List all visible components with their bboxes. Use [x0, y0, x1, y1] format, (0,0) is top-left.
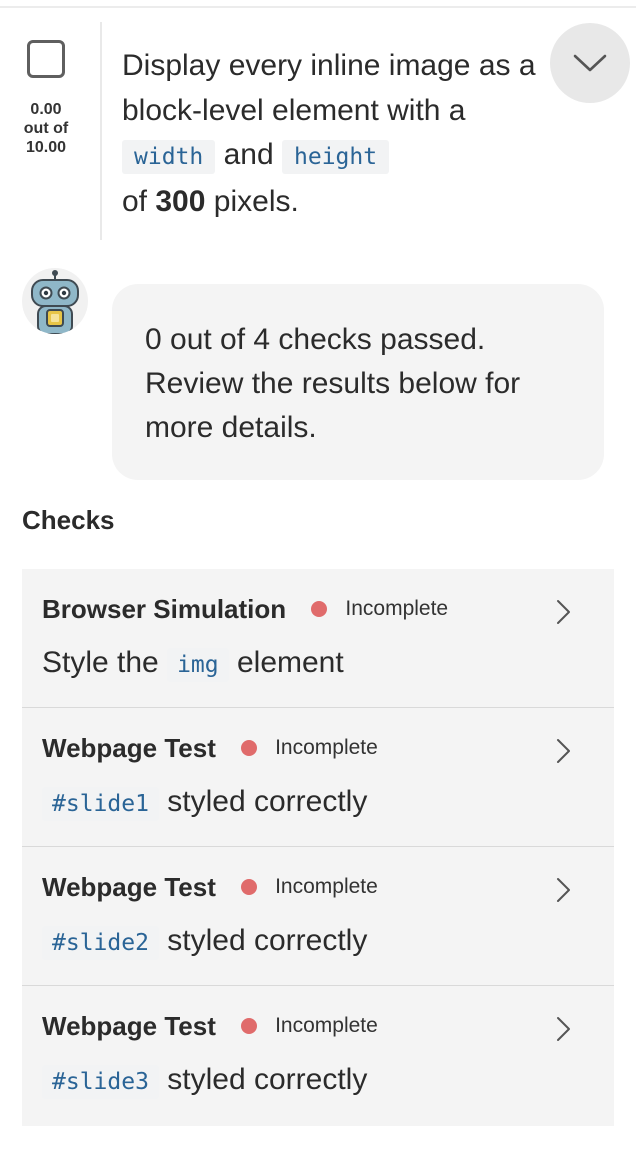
avatar [22, 268, 88, 334]
task-header: 0.00 out of 10.00 Display every inline i… [0, 8, 636, 240]
feedback-message: 0 out of 4 checks passed. Review the res… [145, 323, 521, 444]
vertical-divider [100, 22, 102, 240]
check-description: #slide3 styled correctly [42, 1060, 367, 1102]
status-badge: Incomplete [241, 1008, 378, 1044]
robot-icon [31, 270, 79, 334]
status-text: Incomplete [275, 736, 378, 760]
chevron-right-icon [557, 878, 570, 902]
check-description: #slide2 styled correctly [42, 921, 367, 963]
check-desc-suffix: element [236, 646, 344, 679]
checks-heading: Checks [22, 505, 115, 535]
status-dot-icon [241, 879, 258, 896]
check-type-label: Webpage Test Incomplete [42, 869, 378, 907]
status-badge: Incomplete [241, 730, 378, 766]
check-code: #slide2 [42, 926, 159, 960]
chevron-right-icon [557, 739, 570, 763]
score-value: 0.00 [30, 101, 62, 118]
status-text: Incomplete [275, 875, 378, 899]
task-text-part1: Display every inline image as a block-le… [122, 49, 536, 127]
feedback-message-bubble: 0 out of 4 checks passed. Review the res… [112, 284, 604, 480]
code-width: width [122, 140, 216, 174]
check-type-label: Browser Simulation Incomplete [42, 591, 448, 629]
status-dot-icon [241, 740, 258, 757]
check-item-webpage-test-slide1[interactable]: Webpage Test Incomplete #slide1 styled c… [22, 708, 614, 847]
check-type-text: Webpage Test [42, 1011, 216, 1041]
check-item-browser-simulation[interactable]: Browser Simulation Incomplete Style the … [22, 569, 614, 708]
score-display: 0.00 out of 10.00 [14, 100, 78, 157]
chevron-down-icon [573, 54, 607, 72]
completion-checkbox[interactable] [27, 40, 65, 78]
task-text-part4: pixels. [213, 184, 299, 218]
check-item-webpage-test-slide3[interactable]: Webpage Test Incomplete #slide3 styled c… [22, 986, 614, 1126]
score-total: 10.00 [25, 139, 67, 156]
check-code: img [167, 648, 229, 682]
status-text: Incomplete [345, 597, 449, 621]
task-bold-value: 300 [155, 184, 206, 218]
task-text-part2: and [223, 138, 274, 171]
check-type-text: Webpage Test [42, 872, 216, 902]
check-desc-suffix: styled correctly [167, 785, 368, 818]
status-text: Incomplete [275, 1014, 378, 1038]
chevron-right-icon [557, 600, 570, 624]
check-description: Style the img element [42, 643, 344, 685]
collapse-toggle-button[interactable] [550, 23, 630, 103]
task-description: Display every inline image as a block-le… [122, 44, 542, 224]
check-type-label: Webpage Test Incomplete [42, 1008, 378, 1046]
check-code: #slide3 [42, 1065, 159, 1099]
task-text-part3: of [122, 184, 148, 218]
status-badge: Incomplete [311, 591, 448, 627]
check-description: #slide1 styled correctly [42, 782, 367, 824]
check-desc-suffix: styled correctly [167, 1063, 368, 1096]
check-item-webpage-test-slide2[interactable]: Webpage Test Incomplete #slide2 styled c… [22, 847, 614, 986]
check-type-label: Webpage Test Incomplete [42, 730, 378, 768]
chevron-right-icon [557, 1017, 570, 1041]
check-desc-suffix: styled correctly [167, 924, 368, 957]
status-badge: Incomplete [241, 869, 378, 905]
status-dot-icon [241, 1018, 258, 1035]
code-height: height [282, 140, 390, 174]
check-code: #slide1 [42, 787, 159, 821]
score-out-of: out of [23, 120, 69, 137]
checks-list: Browser Simulation Incomplete Style the … [22, 569, 614, 1126]
score-column: 0.00 out of 10.00 [14, 40, 78, 157]
check-type-text: Browser Simulation [42, 594, 287, 624]
check-desc-prefix: Style the [42, 646, 159, 679]
check-type-text: Webpage Test [42, 733, 216, 763]
status-dot-icon [311, 601, 328, 618]
